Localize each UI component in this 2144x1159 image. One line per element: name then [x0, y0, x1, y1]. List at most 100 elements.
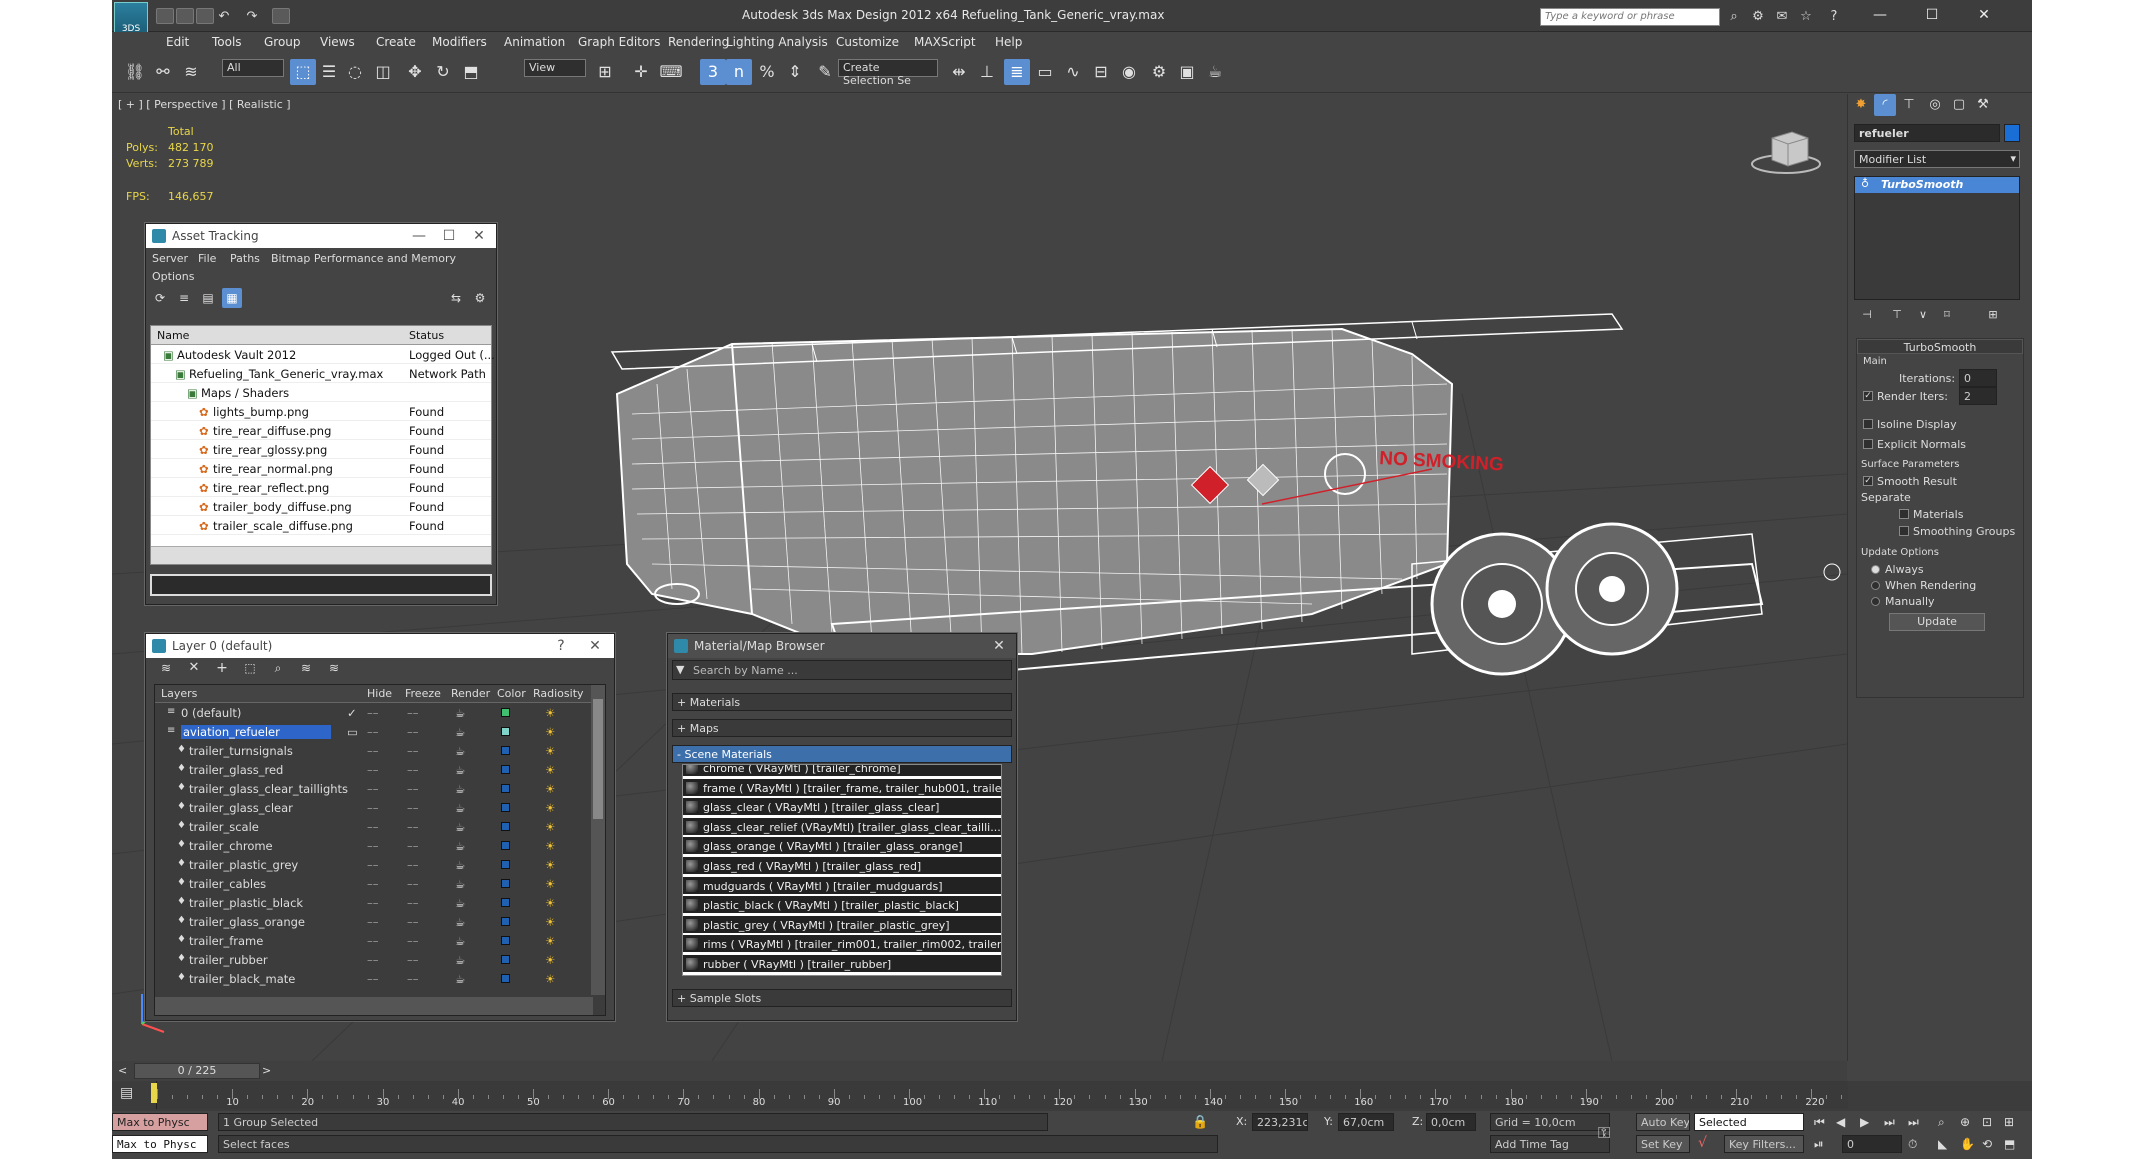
radiosity-icon[interactable]: ☀	[545, 896, 555, 910]
remove-modifier-icon[interactable]: ⌑	[1938, 306, 1956, 324]
schematic-view-icon[interactable]: ⊟	[1088, 59, 1114, 85]
freeze-toggle[interactable]: ––	[407, 877, 419, 891]
close-icon[interactable]: ✕	[580, 634, 610, 658]
material-item[interactable]: plastic_grey ( VRayMtl ) [trailer_plasti…	[683, 915, 1001, 935]
hide-toggle[interactable]: ––	[367, 706, 379, 720]
asset-row[interactable]: ✿ trailer_body_diffuse.png Found	[151, 497, 491, 516]
select-manipulate-icon[interactable]: ✛	[628, 59, 654, 85]
radiosity-icon[interactable]: ☀	[545, 915, 555, 929]
pivot-center-icon[interactable]: ⊞	[592, 59, 618, 85]
freeze-toggle[interactable]: ––	[407, 725, 419, 739]
render-iters-spinner[interactable]: 2	[1959, 387, 1997, 405]
column-color[interactable]: Color	[497, 687, 526, 700]
asset-row[interactable]: ✿ lights_bump.png Found	[151, 402, 491, 421]
render-setup-icon[interactable]: ⚙	[1146, 59, 1172, 85]
hide-toggle[interactable]: ––	[367, 820, 379, 834]
show-end-result-icon[interactable]: ⊤	[1888, 306, 1906, 324]
prev-frame-icon[interactable]: <	[118, 1064, 127, 1077]
layer-row[interactable]: ≡ 0 (default) ✓ –– –– ☕ ☀	[155, 703, 591, 722]
material-search-input[interactable]: ▼ Search by Name ...	[672, 660, 1012, 680]
field-of-view-icon[interactable]: ◣	[1938, 1137, 1947, 1151]
key-mode-dropdown[interactable]: Selected	[1694, 1113, 1804, 1131]
ribbon-icon[interactable]: ▭	[1032, 59, 1058, 85]
hide-toggle[interactable]: ––	[367, 839, 379, 853]
utilities-tab-icon[interactable]: ⚒	[1972, 94, 1994, 116]
render-teapot-icon[interactable]: ☕	[455, 858, 465, 872]
layer-color-swatch[interactable]	[501, 860, 510, 869]
freeze-toggle[interactable]: ––	[407, 839, 419, 853]
spinner-snap-icon[interactable]: ⇕	[782, 59, 808, 85]
select-in-layer-icon[interactable]: ⬚	[240, 658, 260, 678]
menu-create[interactable]: Create	[376, 35, 416, 49]
menu-views[interactable]: Views	[320, 35, 355, 49]
layer-color-swatch[interactable]	[501, 955, 510, 964]
stack-item-turbosmooth[interactable]: ♁ TurboSmooth	[1855, 177, 2019, 193]
hide-toggle[interactable]: ––	[367, 953, 379, 967]
layer-row[interactable]: ♦ trailer_black_mate –– –– ☕ ☀	[155, 969, 591, 988]
freeze-toggle[interactable]: ––	[407, 763, 419, 777]
layer-row[interactable]: ♦ trailer_glass_clear –– –– ☕ ☀	[155, 798, 591, 817]
select-by-name-icon[interactable]: ☰	[316, 59, 342, 85]
column-status[interactable]: Status	[409, 329, 444, 342]
maxscript-mini-listener[interactable]: Max to Physc	[112, 1135, 208, 1153]
select-region-icon[interactable]: ◌	[342, 59, 368, 85]
move-icon[interactable]: ✥	[402, 59, 428, 85]
column-name[interactable]: Name	[157, 329, 189, 342]
add-to-layer-icon[interactable]: +	[212, 658, 232, 678]
radiosity-icon[interactable]: ☀	[545, 801, 555, 815]
active-layer-check[interactable]: ✓	[347, 706, 357, 720]
hide-toggle[interactable]: ––	[367, 934, 379, 948]
align-icon[interactable]: ⊥	[974, 59, 1000, 85]
current-frame-field[interactable]: 0	[1842, 1135, 1902, 1153]
key-icon[interactable]: ⚿	[1598, 1123, 1610, 1143]
rendered-frame-icon[interactable]: ▣	[1174, 59, 1200, 85]
scale-icon[interactable]: ⬒	[458, 59, 484, 85]
menu-modifiers[interactable]: Modifiers	[432, 35, 487, 49]
scene-material-list[interactable]: chrome ( VRayMtl ) [trailer_chrome] frame…	[682, 764, 1002, 976]
named-selection-dropdown[interactable]: Create Selection Se	[838, 59, 938, 87]
render-teapot-icon[interactable]: ☕	[455, 782, 465, 796]
layer-row[interactable]: ♦ trailer_glass_orange –– –– ☕ ☀	[155, 912, 591, 931]
render-teapot-icon[interactable]: ☕	[455, 820, 465, 834]
delete-layer-icon[interactable]: ✕	[184, 658, 204, 678]
hide-toggle[interactable]: ––	[367, 915, 379, 929]
layer-color-swatch[interactable]	[501, 765, 510, 774]
percent-snap-icon[interactable]: %	[754, 59, 780, 85]
hide-toggle[interactable]: ––	[367, 896, 379, 910]
radiosity-icon[interactable]: ☀	[545, 820, 555, 834]
pin-stack-icon[interactable]: ⊣	[1858, 306, 1876, 324]
group-maps[interactable]: + Maps	[672, 719, 1012, 737]
hide-toggle[interactable]: ––	[367, 782, 379, 796]
goto-start-icon[interactable]: ⏮	[1814, 1115, 1825, 1130]
material-item[interactable]: plastic_black ( VRayMtl ) [trailer_plast…	[683, 896, 1001, 916]
subscription-icon[interactable]: ⚙	[1750, 9, 1766, 24]
group-scene-materials[interactable]: - Scene Materials	[672, 745, 1012, 763]
layer-color-swatch[interactable]	[501, 708, 510, 717]
close-button[interactable]: ✕	[1964, 4, 2004, 26]
freeze-toggle[interactable]: ––	[407, 934, 419, 948]
new-file-icon[interactable]	[156, 8, 174, 24]
layer-list[interactable]: Layers Hide Freeze Render Color Radiosit…	[154, 684, 606, 1016]
communication-icon[interactable]: ✉	[1774, 9, 1790, 24]
layer-color-swatch[interactable]	[501, 727, 510, 736]
layer-color-swatch[interactable]	[501, 917, 510, 926]
redo-icon[interactable]: ↷	[244, 9, 260, 24]
menu-group[interactable]: Group	[264, 35, 301, 49]
layer-row[interactable]: ♦ trailer_chrome –– –– ☕ ☀	[155, 836, 591, 855]
render-teapot-icon[interactable]: ☕	[455, 896, 465, 910]
refresh-icon[interactable]: ⟳	[150, 288, 170, 308]
freeze-toggle[interactable]: ––	[407, 801, 419, 815]
play-icon[interactable]: ▶	[1860, 1115, 1869, 1129]
layer-color-swatch[interactable]	[501, 822, 510, 831]
layer-color-swatch[interactable]	[501, 803, 510, 812]
select-object-icon[interactable]: ⬚	[290, 59, 316, 85]
pan-icon[interactable]: ✋	[1960, 1137, 1975, 1151]
window-crossing-icon[interactable]: ◫	[370, 59, 396, 85]
smoothing-groups-checkbox[interactable]	[1899, 526, 1909, 536]
trailer-wireframe[interactable]: NO SMOKING	[610, 313, 1841, 686]
vertical-scrollbar[interactable]	[591, 685, 605, 995]
manually-radio[interactable]	[1871, 597, 1880, 606]
radiosity-icon[interactable]: ☀	[545, 744, 555, 758]
freeze-toggle[interactable]: ––	[407, 706, 419, 720]
asset-row[interactable]: ✿ tire_rear_glossy.png Found	[151, 440, 491, 459]
